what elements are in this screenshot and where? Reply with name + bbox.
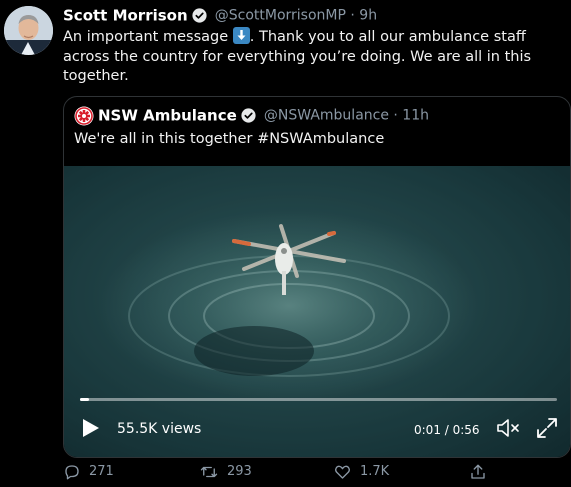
share-icon — [471, 464, 485, 479]
quoted-tweet[interactable]: NSW Ambulance @NSWAmbulance · 11h We're … — [63, 96, 571, 458]
tweet: Scott Morrison @ScottMorrisonMP · 9h An … — [0, 0, 571, 487]
like-count: 1.7K — [360, 464, 390, 479]
like-icon — [335, 465, 350, 479]
mute-icon — [497, 419, 519, 437]
share-button[interactable] — [469, 461, 487, 481]
like-button[interactable]: 1.7K — [333, 461, 389, 481]
author-handle-time[interactable]: @ScottMorrisonMP · 9h — [215, 8, 377, 24]
progress-fill — [80, 398, 89, 401]
play-icon — [83, 419, 99, 437]
verified-icon — [191, 7, 208, 24]
video-time: 0:01 / 0:56 — [414, 423, 480, 437]
tweet-header: Scott Morrison @ScottMorrisonMP · 9h — [63, 5, 377, 25]
quoted-author-name[interactable]: NSW Ambulance — [98, 107, 237, 125]
nsw-ambulance-logo — [74, 106, 94, 126]
video-player[interactable]: 55.5K views 0:01 / 0:56 — [64, 166, 570, 457]
reply-count: 271 — [89, 464, 114, 479]
helicopter-water-scene — [64, 166, 570, 457]
fullscreen-button[interactable] — [535, 416, 559, 440]
retweet-icon — [200, 466, 218, 477]
reply-icon — [65, 464, 79, 479]
quoted-header: NSW Ambulance @NSWAmbulance · 11h — [74, 105, 429, 127]
tweet-text-part1: An important message — [63, 29, 233, 45]
reply-button[interactable]: 271 — [63, 461, 114, 481]
fullscreen-icon — [537, 418, 557, 438]
quoted-handle-time[interactable]: @NSWAmbulance · 11h — [264, 108, 429, 124]
quoted-text: We're all in this together #NSWAmbulance — [74, 131, 385, 147]
view-count: 55.5K views — [117, 421, 202, 437]
mute-button[interactable] — [495, 416, 523, 440]
verified-icon — [240, 107, 257, 124]
retweet-count: 293 — [227, 464, 252, 479]
avatar[interactable] — [4, 6, 53, 55]
play-button[interactable] — [78, 416, 102, 440]
retweet-button[interactable]: 293 — [199, 461, 252, 481]
tweet-text: An important message . Thank you to all … — [63, 27, 563, 87]
down-arrow-emoji — [232, 27, 250, 44]
author-name[interactable]: Scott Morrison — [63, 7, 188, 25]
progress-bar[interactable] — [80, 398, 557, 401]
